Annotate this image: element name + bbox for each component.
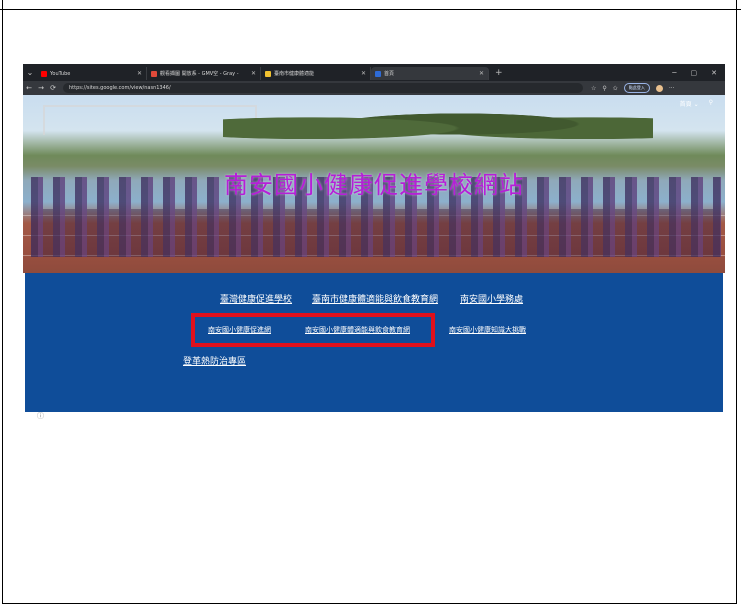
window-close-icon[interactable]: ✕ — [711, 69, 717, 77]
nav-home-link[interactable]: 首頁 ⌄ — [680, 99, 699, 108]
window-controls: ─ ▢ ✕ — [672, 69, 725, 77]
tab-youtube[interactable]: YouTube ✕ — [37, 67, 147, 80]
close-icon[interactable]: ✕ — [137, 70, 142, 77]
favorites-icon[interactable]: ✩ — [613, 85, 618, 92]
site-nav: 首頁 ⌄ ⚲ — [680, 99, 713, 108]
url-field[interactable]: https://sites.google.com/view/nasn1346/ — [63, 83, 583, 93]
link-dengue-prevention[interactable]: 登革熱防治專區 — [183, 354, 246, 367]
toolbar-right: ☆ ⚲ ✩ 點此登入 ··· — [591, 83, 675, 93]
tab-gmv[interactable]: 觀看擷圖 開放系 - GMV空 - Gray - ✕ — [147, 67, 261, 80]
tab-home[interactable]: 首頁 ✕ — [371, 67, 489, 80]
tab-title: 首頁 — [384, 71, 395, 77]
pin-icon — [151, 70, 157, 77]
page-bottom: ⓘ — [23, 412, 725, 420]
nav-home-label: 首頁 — [679, 101, 692, 108]
sites-icon — [375, 70, 381, 77]
info-icon[interactable]: ⓘ — [37, 411, 44, 420]
more-icon[interactable]: ··· — [669, 85, 675, 92]
tab-fitness[interactable]: 臺南市健康體適能 ✕ — [261, 67, 371, 80]
close-icon[interactable]: ✕ — [251, 70, 256, 77]
page-icon — [265, 70, 271, 77]
back-icon[interactable]: ← — [23, 84, 35, 92]
tab-bar: ⌄ YouTube ✕ 觀看擷圖 開放系 - GMV空 - Gray - ✕ 臺… — [23, 64, 725, 81]
tab-title: 臺南市健康體適能 — [274, 71, 315, 77]
browser-screenshot: ⌄ YouTube ✕ 觀看擷圖 開放系 - GMV空 - Gray - ✕ 臺… — [23, 64, 725, 420]
new-tab-button[interactable]: + — [495, 68, 503, 78]
link-nanan-student-affairs[interactable]: 南安國小學務處 — [460, 292, 523, 305]
links-section: 臺灣健康促進學校 臺南市健康體適能與飲食教育網 南安國小學務處 南安國小健康促進… — [23, 273, 725, 412]
hero-banner: 首頁 ⌄ ⚲ 南安國小健康促進學校網站 — [23, 95, 725, 273]
sign-in-button[interactable]: 點此登入 — [623, 83, 650, 93]
minimize-icon[interactable]: ─ — [672, 69, 676, 77]
site-title: 南安國小健康促進學校網站 — [224, 171, 524, 199]
link-taiwan-health-school[interactable]: 臺灣健康促進學校 — [220, 292, 292, 305]
youtube-icon — [41, 70, 47, 77]
close-icon[interactable]: ✕ — [361, 70, 366, 77]
extensions-icon[interactable]: ⚲ — [602, 85, 606, 92]
reload-icon[interactable]: ⟳ — [47, 84, 59, 92]
close-icon[interactable]: ✕ — [479, 70, 484, 77]
tab-title: 觀看擷圖 開放系 - GMV空 - Gray - — [160, 71, 239, 77]
tree-line — [223, 103, 653, 145]
link-tainan-fitness-diet[interactable]: 臺南市健康體適能與飲食教育網 — [312, 292, 438, 305]
forward-icon[interactable]: → — [35, 84, 47, 92]
avatar[interactable] — [655, 84, 663, 92]
search-icon[interactable]: ⚲ — [709, 99, 713, 108]
address-bar: ← → ⟳ https://sites.google.com/view/nasn… — [23, 81, 725, 95]
url-text: https://sites.google.com/view/nasn1346/ — [69, 85, 171, 91]
highlight-box — [191, 313, 435, 347]
maximize-icon[interactable]: ▢ — [691, 69, 698, 77]
link-nanan-health-quiz[interactable]: 南安國小健康知識大挑戰 — [449, 325, 526, 335]
tab-title: YouTube — [50, 70, 71, 77]
tab-list-icon[interactable]: ⌄ — [23, 68, 37, 77]
star-icon[interactable]: ☆ — [591, 85, 596, 92]
